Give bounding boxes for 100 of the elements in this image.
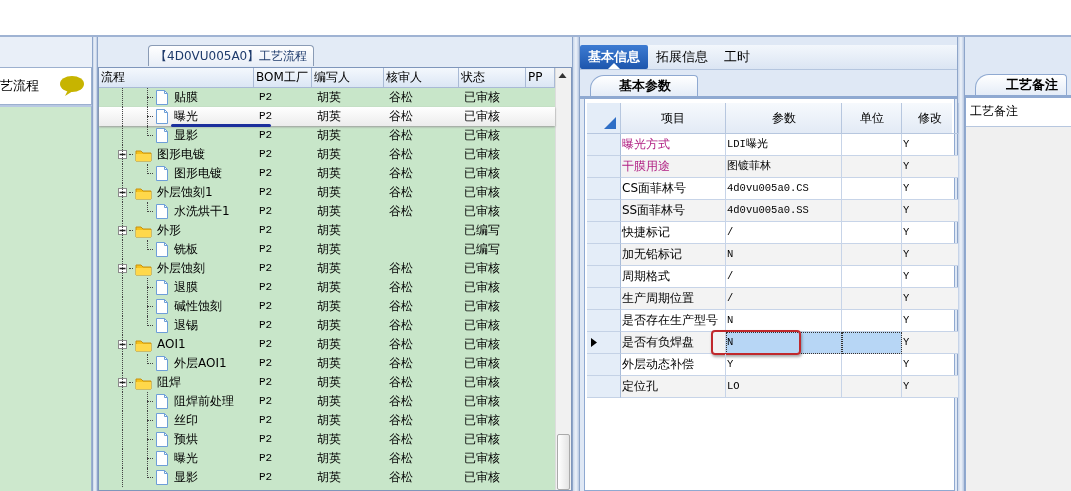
table-cell-text: P2: [258, 337, 274, 352]
tree-item-label[interactable]: 外层蚀刻1: [157, 183, 213, 202]
row-header-cell[interactable]: [587, 244, 621, 266]
row-header-cell[interactable]: [587, 354, 621, 376]
scrollbar-thumb[interactable]: [557, 434, 570, 490]
tree-item-label[interactable]: 图形电镀: [157, 145, 205, 164]
row-header-cell[interactable]: [587, 200, 621, 222]
file-icon: [155, 203, 169, 220]
table-cell-text: 胡英: [316, 184, 342, 201]
file-icon: [155, 298, 169, 315]
row-header-cell[interactable]: [587, 376, 621, 398]
tree-item-label[interactable]: 水洗烘干1: [174, 202, 230, 221]
column-header: 工艺备注: [970, 104, 1018, 118]
table-cell-text: 已审核: [463, 89, 501, 106]
file-icon: [155, 469, 169, 486]
sub-tab[interactable]: 基本参数: [590, 75, 698, 96]
tree-item-label[interactable]: 显影: [174, 126, 198, 145]
tree-item-label[interactable]: 退膜: [174, 278, 198, 297]
column-header[interactable]: 核审人: [384, 68, 459, 87]
tree-item-label[interactable]: 碱性蚀刻: [174, 297, 222, 316]
sub-tab[interactable]: 工艺备注: [975, 74, 1067, 95]
table-cell: Y: [902, 376, 959, 398]
tree-item-label[interactable]: 外形: [157, 221, 181, 240]
selected-row[interactable]: 曝光 P2 胡英 谷松 已审核: [99, 107, 555, 126]
column-header[interactable]: BOM工厂: [254, 68, 312, 87]
table-cell-text: 胡英: [316, 450, 342, 467]
table-cell-text: 胡英: [316, 355, 342, 372]
table-cell-text: 谷松: [388, 317, 414, 334]
column-header[interactable]: 状态: [459, 68, 526, 87]
table-cell: Y: [902, 288, 959, 310]
table-cell-text: 谷松: [388, 146, 414, 163]
column-header[interactable]: 单位: [842, 103, 902, 134]
file-icon: [155, 165, 169, 182]
table-cell-text: 谷松: [388, 298, 414, 315]
table-cell-text: P2: [258, 185, 274, 200]
tree-item-label[interactable]: AOI1: [157, 335, 186, 354]
table-cell-text: 谷松: [388, 108, 414, 125]
table-cell-text: 已审核: [463, 469, 501, 486]
tree-item-label[interactable]: 外层AOI1: [174, 354, 227, 373]
tree-item-label[interactable]: 阻焊: [157, 373, 181, 392]
column-header[interactable]: 流程: [99, 68, 254, 87]
table-cell: Y: [902, 156, 959, 178]
table-cell-text: 已审核: [463, 374, 501, 391]
row-header-cell[interactable]: [587, 222, 621, 244]
file-icon: [155, 241, 169, 258]
tree-item-label[interactable]: 预烘: [174, 430, 198, 449]
row-header-cell[interactable]: [587, 178, 621, 200]
row-header-cell[interactable]: [587, 134, 621, 156]
table-cell[interactable]: N: [726, 332, 842, 354]
tab[interactable]: 工时: [716, 45, 758, 69]
table-cell-text: P2: [258, 90, 274, 105]
file-icon: [155, 279, 169, 296]
table-cell-text: 已审核: [463, 146, 501, 163]
tree-item-label[interactable]: 图形电镀: [174, 164, 222, 183]
tab[interactable]: 拓展信息: [648, 45, 716, 69]
file-icon: [155, 355, 169, 372]
row-header-cell[interactable]: [587, 310, 621, 332]
table-cell-text: 谷松: [388, 336, 414, 353]
table-cell-text: P2: [258, 261, 274, 276]
table-cell[interactable]: /: [726, 288, 842, 310]
row-header-cell[interactable]: [587, 288, 621, 310]
row-header-cell[interactable]: [587, 266, 621, 288]
tree-item-label[interactable]: 阻焊前处理: [174, 392, 234, 411]
table-cell-text: 胡英: [316, 393, 342, 410]
table-cell: [842, 156, 902, 178]
tree-item-label[interactable]: 显影: [174, 468, 198, 487]
file-icon: [155, 450, 169, 467]
table-cell-text: 胡英: [316, 431, 342, 448]
folder-icon: [135, 185, 152, 200]
table-cell-text: 谷松: [388, 412, 414, 429]
tree-item-label[interactable]: 铣板: [174, 240, 198, 259]
row-header-cell[interactable]: [587, 332, 621, 354]
file-icon: [155, 89, 169, 106]
table-cell-text: 谷松: [388, 203, 414, 220]
tree-item-label[interactable]: 丝印: [174, 411, 198, 430]
folder-icon: [135, 375, 152, 390]
tab[interactable]: 基本信息: [580, 45, 648, 69]
column-header[interactable]: 参数: [726, 103, 842, 134]
table-cell-text: P2: [258, 432, 274, 447]
table-cell[interactable]: LO: [726, 376, 842, 398]
tree-item-label[interactable]: 贴膜: [174, 88, 198, 107]
tree-item-label[interactable]: 外层蚀刻: [157, 259, 205, 278]
table-cell-text: 谷松: [388, 127, 414, 144]
splitter[interactable]: [572, 37, 580, 491]
table-cell[interactable]: 图镀菲林: [726, 156, 842, 178]
table-cell-text: 谷松: [388, 469, 414, 486]
table-cell-text: 胡英: [316, 89, 342, 106]
scrollbar[interactable]: [555, 68, 571, 490]
tree-item-label[interactable]: 曝光: [174, 449, 198, 468]
table-cell[interactable]: N: [726, 244, 842, 266]
column-header[interactable]: 编写人: [312, 68, 384, 87]
table-cell[interactable]: 4d0vu005a0.SS: [726, 200, 842, 222]
column-header[interactable]: 项目: [621, 103, 726, 134]
row-header-cell[interactable]: [587, 156, 621, 178]
document-tab[interactable]: 【4D0VU005A0】工艺流程: [148, 45, 315, 66]
splitter[interactable]: [92, 37, 98, 491]
tree-item-label[interactable]: 退锡: [174, 316, 198, 335]
file-icon: [155, 127, 169, 144]
tree-item-label[interactable]: 曝光: [174, 107, 198, 126]
table-cell-text: 胡英: [316, 317, 342, 334]
